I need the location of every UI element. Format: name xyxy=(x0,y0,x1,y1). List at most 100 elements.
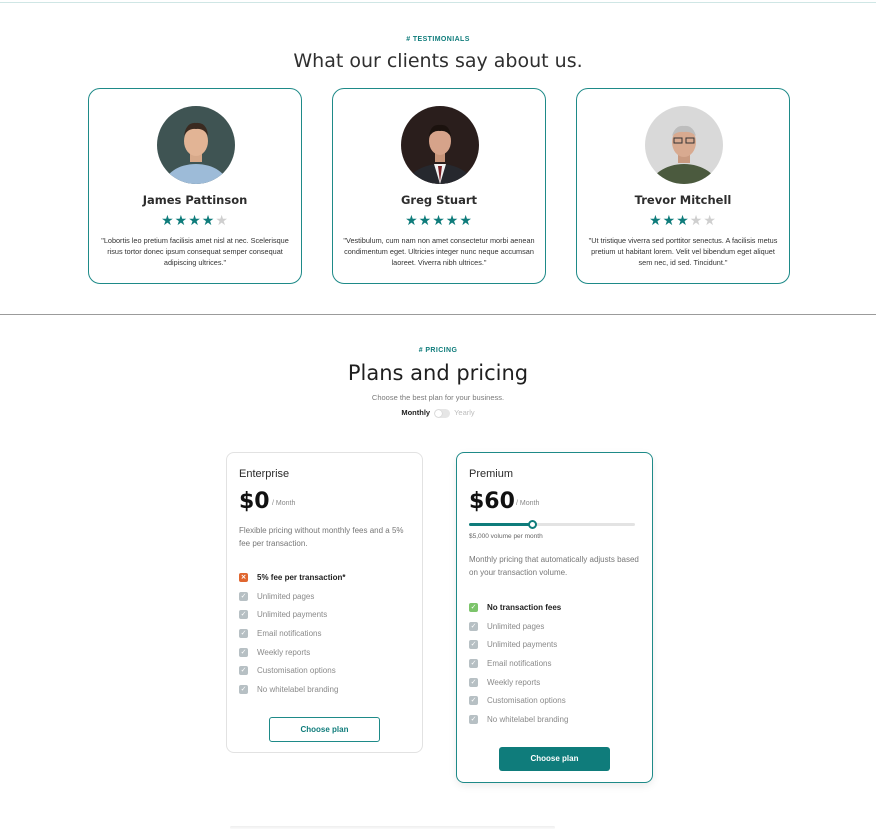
check-icon: ✓ xyxy=(239,666,248,676)
feature-item: ✓ Unlimited payments xyxy=(469,635,644,654)
testimonial-card: James Pattinson ★★★★★ "Lobortis leo pret… xyxy=(88,88,302,284)
testimonial-card: Trevor Mitchell ★★★★★ "Ut tristique vive… xyxy=(576,88,790,284)
check-icon: ✓ xyxy=(469,602,478,612)
avatar xyxy=(645,106,723,184)
testimonial-card: Greg Stuart ★★★★★ "Vestibulum, cum nam n… xyxy=(332,88,546,284)
pricing-eyebrow: # PRICING xyxy=(418,347,458,354)
star-icon: ★ xyxy=(161,212,175,228)
feature-item: ✓ Email notifications xyxy=(469,654,644,673)
star-icon: ★ xyxy=(445,212,460,228)
testimonial-quote: "Vestibulum, cum nam non amet consectetu… xyxy=(343,236,535,267)
feature-item: ✓ Unlimited pages xyxy=(469,617,644,636)
cross-icon: × xyxy=(239,572,248,582)
feature-item: ✓ No whitelabel branding xyxy=(469,710,644,729)
star-rating: ★★★★★ xyxy=(333,212,545,229)
feature-label: Email notifications xyxy=(257,628,322,638)
choose-plan-button[interactable]: Choose plan xyxy=(499,747,610,771)
star-icon: ★ xyxy=(405,212,419,228)
testimonials-eyebrow: # TESTIMONIALS xyxy=(406,36,470,43)
plan-description: Monthly pricing that automatically adjus… xyxy=(469,555,639,577)
testimonial-name: Trevor Mitchell xyxy=(634,193,732,207)
plan-period: / Month xyxy=(516,500,540,507)
feature-item: ✓ Customisation options xyxy=(239,661,414,680)
testimonials-title: What our clients say about us. xyxy=(293,50,583,72)
feature-item: ✓ Weekly reports xyxy=(239,643,414,662)
volume-label: $5,000 volume per month xyxy=(469,533,543,540)
feature-label: Weekly reports xyxy=(257,647,311,657)
star-rating: ★★★★★ xyxy=(89,212,301,229)
star-icon: ★ xyxy=(418,212,433,228)
plan-card-premium: Premium $60 / Month $5,000 volume per mo… xyxy=(456,452,653,783)
star-icon: ★ xyxy=(676,212,690,228)
plan-description: Flexible pricing without monthly fees an… xyxy=(239,526,404,548)
avatar xyxy=(401,106,479,184)
billing-yearly-label[interactable]: Yearly xyxy=(454,408,475,417)
top-divider xyxy=(0,2,876,3)
feature-item-highlight: ✓ No transaction fees xyxy=(469,598,644,617)
check-icon: ✓ xyxy=(239,684,248,694)
feature-label: Unlimited pages xyxy=(487,621,545,631)
feature-item: ✓ Unlimited payments xyxy=(239,605,414,624)
star-icon: ★ xyxy=(432,212,446,228)
feature-item: ✓ Weekly reports xyxy=(469,673,644,692)
next-section-edge xyxy=(230,826,555,829)
pricing-subtitle: Choose the best plan for your business. xyxy=(371,393,505,402)
star-icon: ★ xyxy=(459,212,473,228)
check-icon: ✓ xyxy=(469,696,478,706)
check-icon: ✓ xyxy=(469,714,478,724)
feature-item: ✓ Email notifications xyxy=(239,624,414,643)
star-icon: ★ xyxy=(188,212,202,228)
check-icon: ✓ xyxy=(469,621,478,631)
feature-list: ✓ No transaction fees ✓ Unlimited pages ✓ U… xyxy=(469,598,644,729)
star-empty-icon: ★ xyxy=(215,212,229,228)
feature-list: × 5% fee per transaction* ✓ Unlimited page… xyxy=(239,568,414,699)
feature-label: 5% fee per transaction* xyxy=(257,572,346,582)
feature-label: Unlimited pages xyxy=(257,591,315,601)
star-rating: ★★★★★ xyxy=(577,212,789,229)
avatar xyxy=(157,106,235,184)
pricing-title: Plans and pricing xyxy=(347,361,529,385)
plan-name: Premium xyxy=(469,468,514,480)
check-icon: ✓ xyxy=(469,658,478,668)
feature-item: ✓ No whitelabel branding xyxy=(239,680,414,699)
feature-label: Unlimited payments xyxy=(487,640,558,650)
billing-monthly-label[interactable]: Monthly xyxy=(401,408,430,417)
slider-fill xyxy=(469,523,533,526)
plan-price: $0 xyxy=(239,489,270,514)
feature-label: No whitelabel branding xyxy=(257,684,339,694)
testimonial-name: James Pattinson xyxy=(142,193,248,207)
billing-toggle-group: Monthly Yearly xyxy=(0,408,876,418)
feature-item: ✓ Customisation options xyxy=(469,691,644,710)
star-icon: ★ xyxy=(174,212,189,228)
feature-item: ✓ Unlimited pages xyxy=(239,587,414,606)
check-icon: ✓ xyxy=(469,677,478,687)
star-icon: ★ xyxy=(649,212,663,228)
choose-plan-button[interactable]: Choose plan xyxy=(269,717,380,742)
check-icon: ✓ xyxy=(469,640,478,650)
plan-card-enterprise: Enterprise $0 / Month Flexible pricing w… xyxy=(226,452,423,753)
check-icon: ✓ xyxy=(239,610,248,620)
feature-label: Weekly reports xyxy=(487,677,541,687)
feature-label: No transaction fees xyxy=(487,602,562,612)
testimonial-name: Greg Stuart xyxy=(400,193,478,207)
billing-toggle[interactable] xyxy=(434,408,451,418)
star-empty-icon: ★ xyxy=(689,212,704,228)
check-icon: ✓ xyxy=(239,591,248,601)
feature-label: No whitelabel branding xyxy=(487,714,569,724)
plan-period: / Month xyxy=(272,500,296,507)
feature-item-highlight: × 5% fee per transaction* xyxy=(239,568,414,587)
check-icon: ✓ xyxy=(239,647,248,657)
star-icon: ★ xyxy=(662,212,677,228)
section-divider xyxy=(0,314,876,315)
star-empty-icon: ★ xyxy=(703,212,717,228)
star-icon: ★ xyxy=(201,212,216,228)
feature-label: Unlimited payments xyxy=(257,610,328,620)
plan-price: $60 xyxy=(469,489,515,514)
feature-label: Customisation options xyxy=(487,696,566,706)
volume-slider[interactable] xyxy=(469,520,635,529)
feature-label: Email notifications xyxy=(487,658,552,668)
check-icon: ✓ xyxy=(239,628,248,638)
testimonial-quote: "Ut tristique viverra sed porttitor sene… xyxy=(588,236,778,267)
plan-name: Enterprise xyxy=(239,468,290,480)
slider-handle[interactable] xyxy=(528,520,538,529)
